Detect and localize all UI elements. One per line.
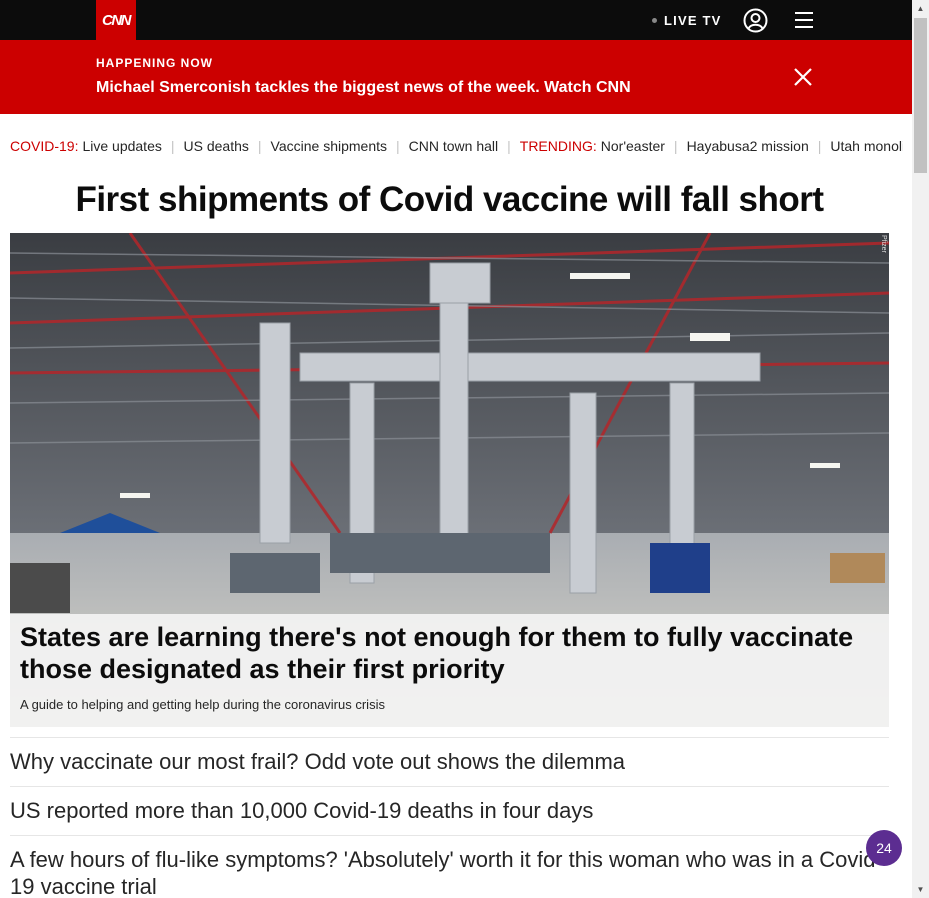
top-nav: CNN LIVE TV: [0, 0, 912, 40]
live-tv-label: LIVE TV: [664, 12, 722, 28]
separator: |: [170, 138, 175, 154]
trending-link[interactable]: Hayabusa2 mission: [687, 138, 809, 154]
separator: |: [507, 138, 511, 154]
trending-label: TRENDING:: [519, 138, 597, 154]
hamburger-icon: [795, 12, 813, 28]
menu-button[interactable]: [794, 10, 814, 30]
separator: |: [673, 138, 678, 154]
notification-badge[interactable]: 24: [866, 830, 902, 866]
banner-headline[interactable]: Michael Smerconish tackles the biggest n…: [96, 79, 631, 97]
vertical-scrollbar[interactable]: ▲ ▼: [912, 0, 929, 898]
banner-close-button[interactable]: [793, 67, 813, 87]
trending-link[interactable]: Nor'easter: [601, 138, 665, 154]
live-tv-link[interactable]: LIVE TV: [652, 0, 722, 40]
trending-bar: COVID-19: Live updates | US deaths | Vac…: [10, 135, 903, 157]
happening-now-banner[interactable]: HAPPENING NOW Michael Smerconish tackles…: [0, 40, 912, 114]
trending-link[interactable]: US deaths: [184, 138, 249, 154]
story-link[interactable]: A few hours of flu-like symptoms? 'Absol…: [10, 835, 889, 898]
hero-caption: States are learning there's not enough f…: [10, 614, 889, 727]
page-title[interactable]: First shipments of Covid vaccine will fa…: [10, 180, 889, 220]
trending-link[interactable]: CNN town hall: [409, 138, 498, 154]
cnn-logo[interactable]: CNN: [96, 0, 136, 40]
account-button[interactable]: [743, 8, 768, 33]
live-dot-icon: [652, 17, 657, 23]
story-list: Why vaccinate our most frail? Odd vote o…: [10, 737, 889, 898]
scroll-up-arrow-icon[interactable]: ▲: [912, 0, 929, 17]
scroll-thumb[interactable]: [914, 18, 927, 173]
hero-story[interactable]: Pfizer States are learning there's not e…: [10, 233, 889, 727]
close-icon: [794, 68, 812, 86]
image-credit: Pfizer: [880, 235, 887, 253]
trending-link[interactable]: Utah monolith: [830, 138, 903, 154]
hero-headline[interactable]: States are learning there's not enough f…: [20, 621, 879, 685]
separator: |: [817, 138, 822, 154]
trending-link[interactable]: Vaccine shipments: [271, 138, 387, 154]
banner-kicker: HAPPENING NOW: [96, 56, 214, 70]
separator: |: [257, 138, 262, 154]
story-link[interactable]: Why vaccinate our most frail? Odd vote o…: [10, 737, 889, 786]
user-icon: [743, 8, 768, 33]
hero-subtext[interactable]: A guide to helping and getting help duri…: [20, 697, 879, 712]
separator: |: [396, 138, 400, 154]
covid-label: COVID-19:: [10, 138, 79, 154]
logo-text: CNN: [102, 11, 132, 29]
story-link[interactable]: US reported more than 10,000 Covid-19 de…: [10, 786, 889, 835]
scroll-down-arrow-icon[interactable]: ▼: [912, 881, 929, 898]
trending-link[interactable]: Live updates: [82, 138, 161, 154]
